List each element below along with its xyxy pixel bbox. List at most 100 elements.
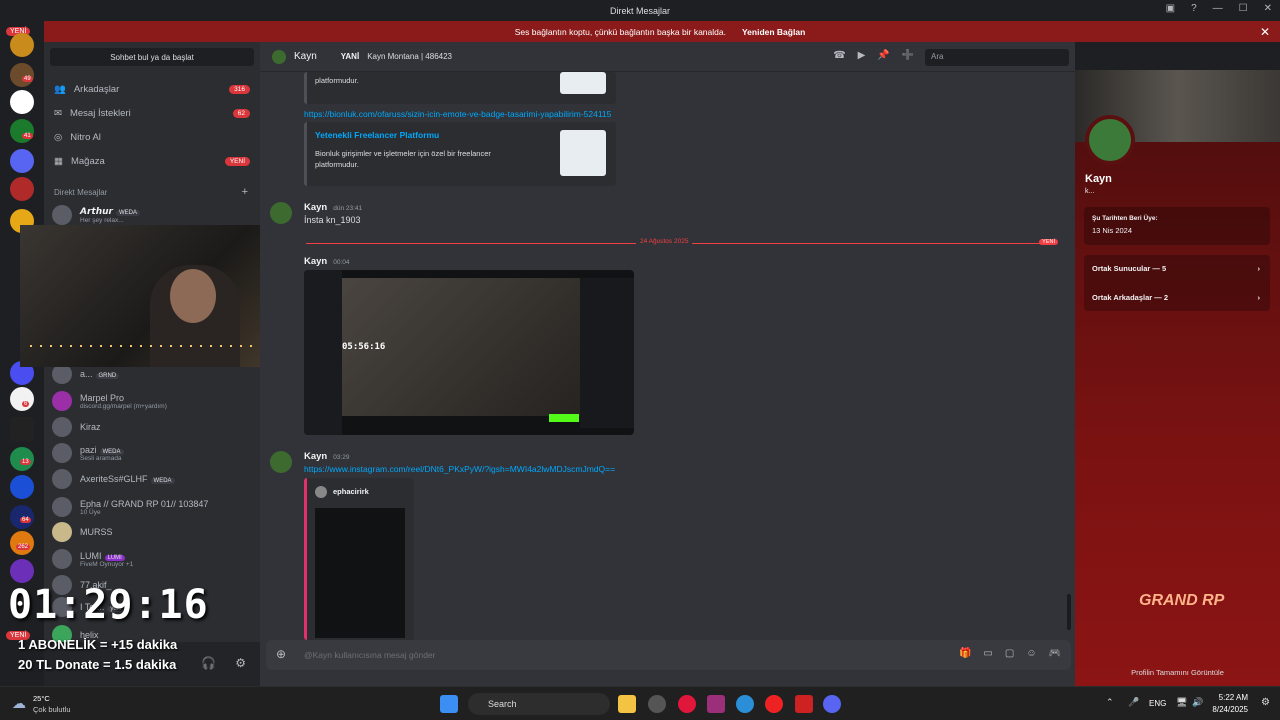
avatar <box>52 364 72 384</box>
language-indicator[interactable]: ENG <box>1149 699 1166 708</box>
message-header: Kayn 03:29 <box>304 451 350 462</box>
video-icon[interactable]: ▶ <box>858 50 866 61</box>
avatar <box>52 522 72 542</box>
start-icon[interactable] <box>440 695 458 713</box>
discord-icon[interactable] <box>823 695 841 713</box>
avatar[interactable] <box>270 202 292 224</box>
scrollbar[interactable] <box>1067 594 1071 630</box>
author-name[interactable]: Kayn <box>304 256 327 267</box>
pin-icon[interactable]: 📌 <box>877 50 889 61</box>
app-icon[interactable] <box>648 695 666 713</box>
view-full-profile-button[interactable]: Profilin Tamamını Görüntüle <box>1075 668 1280 677</box>
screenshot-attachment[interactable]: 05:56:16 <box>304 270 634 435</box>
message-text: İnsta kn_1903 <box>304 215 361 225</box>
shop-icon: ▦ <box>54 155 63 167</box>
server-icon[interactable] <box>10 387 34 411</box>
chevron-right-icon: › <box>1257 264 1261 273</box>
divider-date: 24 Ağustos 2025 <box>636 238 693 245</box>
add-dm-icon[interactable]: + <box>242 186 248 198</box>
add-attachment-icon[interactable]: ⊕ <box>276 647 286 661</box>
streamer-head <box>170 269 216 323</box>
avatar <box>52 205 72 225</box>
author-name[interactable]: Kayn <box>304 451 327 462</box>
avatar[interactable] <box>270 451 292 473</box>
message-time: dün 23:41 <box>333 205 363 212</box>
help-icon[interactable]: ? <box>1191 3 1197 14</box>
weather-temp[interactable]: 25°C <box>33 694 50 703</box>
gift-icon[interactable]: 🎁 <box>959 648 971 659</box>
server-icon[interactable] <box>10 90 34 114</box>
file-explorer-icon[interactable] <box>618 695 636 713</box>
taskbar-search[interactable]: Search <box>468 693 610 715</box>
dm-item[interactable]: AxeriteSs#GLHF WEDA <box>52 464 252 494</box>
nav-shop[interactable]: ▦ Mağaza YENİ <box>54 150 250 172</box>
phone-icon[interactable]: ☎ <box>833 50 845 61</box>
mutual-servers-button[interactable]: Ortak Sunucular — 5 › <box>1084 264 1270 273</box>
weather-desc[interactable]: Çok bulutlu <box>33 705 71 714</box>
network-icon[interactable]: 🖥 <box>1176 697 1187 708</box>
server-tag: GRND <box>95 373 120 379</box>
instagram-embed[interactable]: ephacirirk <box>304 478 414 640</box>
chevron-up-icon[interactable]: ⌃ <box>1106 697 1114 708</box>
reconnect-button[interactable]: Yeniden Bağlan <box>742 27 805 37</box>
mutuals-card: Ortak Sunucular — 5 › Ortak Arkadaşlar — … <box>1084 255 1270 311</box>
volume-icon[interactable]: 🔊 <box>1192 697 1203 708</box>
bionluk-link[interactable]: https://bionluk.com/ofaruss/sizin-icin-e… <box>304 109 611 119</box>
embed-title[interactable]: Yetenekli Freelancer Platformu <box>315 130 439 140</box>
close-icon[interactable]: ✕ <box>1260 25 1270 39</box>
author-name[interactable]: Kayn <box>304 202 327 213</box>
media-icon[interactable] <box>765 695 783 713</box>
clock-time[interactable]: 5:22 AM <box>1219 693 1248 702</box>
server-icon[interactable] <box>10 475 34 499</box>
game-icon[interactable]: 🎮 <box>1049 648 1061 659</box>
avatar <box>315 486 327 498</box>
gif-icon[interactable]: ▭ <box>983 648 992 659</box>
nav-message-requests[interactable]: ✉ Mesaj İstekleri 62 <box>54 102 250 124</box>
find-conversation-button[interactable]: Sohbet bul ya da başlat <box>50 48 254 66</box>
dm-name: 𝘼𝙧𝙩𝙝𝙪𝙧 <box>80 206 113 216</box>
shot-sidebar <box>304 270 342 435</box>
nav-friends[interactable]: 👥 Arkadaşlar 316 <box>54 78 250 100</box>
edge-icon[interactable] <box>736 695 754 713</box>
profile-avatar[interactable] <box>1085 115 1135 165</box>
minimize-icon[interactable]: — <box>1213 3 1223 14</box>
maximize-icon[interactable]: ☐ <box>1239 3 1248 14</box>
sticker-icon[interactable]: ▢ <box>1005 648 1014 659</box>
server-icon[interactable] <box>10 63 34 87</box>
server-icon[interactable] <box>10 119 34 143</box>
notification-icon[interactable]: ⚙ <box>1261 697 1270 708</box>
nav-nitro[interactable]: ◎ Nitro Al <box>54 126 250 148</box>
search-input[interactable]: Ara <box>925 49 1069 66</box>
message-input[interactable]: @Kayn kullanıcısına mesaj gönder <box>266 640 1071 670</box>
server-icon[interactable] <box>10 33 34 57</box>
avatar <box>52 469 72 489</box>
header-tag: YANİ <box>340 52 360 61</box>
embed-description: Bionluk girişimler ve işletmeler için öz… <box>315 149 491 169</box>
dm-item[interactable]: MURSS <box>52 517 252 547</box>
server-tag: WEDA <box>99 448 124 455</box>
emoji-icon[interactable]: ☺ <box>1026 648 1036 659</box>
microphone-icon[interactable]: 🎤 <box>1128 697 1139 708</box>
inbox-icon[interactable]: ▣ <box>1166 3 1175 14</box>
mutual-friends-button[interactable]: Ortak Arkadaşlar — 2 › <box>1084 293 1270 302</box>
message-header: Kayn 00:04 <box>304 256 350 267</box>
avatar <box>52 549 72 569</box>
shot-button <box>549 414 579 422</box>
server-icon[interactable] <box>10 177 34 201</box>
string-lights <box>30 345 290 347</box>
server-icon[interactable] <box>10 559 34 583</box>
clock-date[interactable]: 8/24/2025 <box>1212 705 1248 714</box>
server-icon[interactable] <box>10 417 34 441</box>
instagram-link[interactable]: https://www.instagram.com/reel/DNt6_PKxP… <box>304 464 615 474</box>
server-icon[interactable] <box>10 149 34 173</box>
opera-icon[interactable] <box>678 695 696 713</box>
close-window-icon[interactable]: ✕ <box>1264 3 1272 14</box>
count-badge: 62 <box>232 108 250 118</box>
headphones-icon[interactable]: 🎧 <box>201 656 216 670</box>
app-icon[interactable] <box>707 695 725 713</box>
app-icon[interactable] <box>795 695 813 713</box>
gear-icon[interactable]: ⚙ <box>235 656 246 670</box>
server-icon[interactable] <box>10 531 34 555</box>
add-friend-icon[interactable]: ➕ <box>902 50 914 61</box>
profile-name: Kayn <box>1085 173 1112 185</box>
